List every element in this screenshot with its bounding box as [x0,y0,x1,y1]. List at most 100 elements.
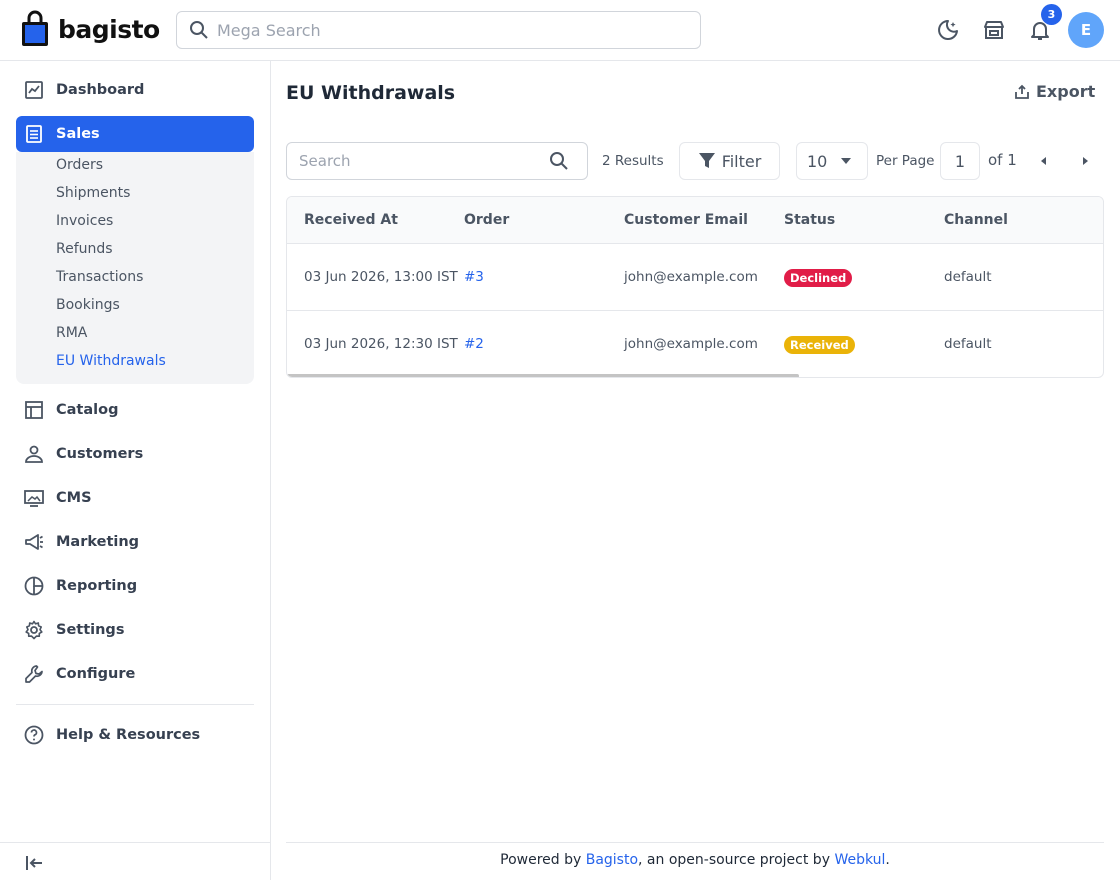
sidebar-item-marketing[interactable]: Marketing [16,524,254,560]
footer: Powered by Bagisto, an open-source proje… [286,852,1104,868]
per-page-label: Per Page [876,153,935,169]
received-at-cell: 03 Jun 2026, 12:30 IST [304,336,458,352]
sidebar-item-customers[interactable]: Customers [16,436,254,472]
sidebar-item-label: Sales [56,126,100,142]
sidebar-item-reporting[interactable]: Reporting [16,568,254,604]
bagisto-link[interactable]: Bagisto [586,852,638,868]
help-icon [24,725,44,745]
dashboard-icon [24,80,44,100]
filter-label: Filter [721,151,762,171]
collapse-left-icon [26,856,42,870]
page-title: EU Withdrawals [286,82,456,104]
webkul-link[interactable]: Webkul [834,852,885,868]
column-header-channel[interactable]: Channel [944,212,1008,228]
sidebar-item-dashboard[interactable]: Dashboard [16,72,254,108]
table-row: 03 Jun 2026, 13:00 IST #3 john@example.c… [287,244,1103,311]
reporting-icon [24,576,44,596]
sidebar-divider [16,704,254,705]
table-row: 03 Jun 2026, 12:30 IST #2 john@example.c… [287,311,1103,377]
page-number-input[interactable]: 1 [940,142,980,180]
next-page-icon[interactable] [1079,155,1091,167]
status-badge: Received [784,336,855,354]
moon-icon [938,20,958,40]
top-header: bagisto 3 E [0,0,1120,61]
export-button[interactable]: Export [1014,82,1095,101]
sidebar-item-cms[interactable]: CMS [16,480,254,516]
customer-email-cell: john@example.com [624,269,758,285]
sidebar-item-sales[interactable]: Sales [16,116,254,152]
settings-icon [24,620,44,640]
storefront-button[interactable] [981,17,1007,43]
export-label: Export [1036,82,1096,101]
customer-email-cell: john@example.com [624,336,758,352]
sidebar-item-label: Settings [56,622,125,638]
mega-search-field[interactable] [176,11,701,49]
search-icon [190,21,208,39]
cms-icon [24,488,44,508]
sales-icon [24,124,44,144]
sidebar-item-label: Reporting [56,578,138,594]
sidebar-item-configure[interactable]: Configure [16,656,254,692]
results-count: 2 Results [602,153,664,169]
order-link[interactable]: #2 [464,336,484,352]
footer-divider [286,842,1104,843]
per-page-select[interactable]: 10 [796,142,868,180]
column-header-status[interactable]: Status [784,212,835,228]
table-search-input[interactable] [299,152,549,170]
sidebar-item-label: Marketing [56,534,140,550]
notification-count-badge: 3 [1041,4,1062,25]
table-search-field[interactable] [286,142,588,180]
configure-icon [24,664,44,684]
sidebar-item-label: Configure [56,666,136,682]
sidebar-item-label: CMS [56,490,92,506]
withdrawals-table: Received At Order Customer Email Status … [286,196,1104,378]
sidebar-bottom-divider [0,842,270,843]
filter-button[interactable]: Filter [679,142,780,180]
catalog-icon [24,400,44,420]
brand-logo[interactable]: bagisto [20,10,160,48]
submenu-item-bookings[interactable]: Bookings [56,297,120,313]
filter-icon [698,153,715,168]
footer-suffix: . [885,852,890,868]
sidebar-item-label: Help & Resources [56,727,201,743]
footer-middle: , an open-source project by [638,852,835,868]
sidebar-item-help[interactable]: Help & Resources [16,717,254,753]
submenu-item-rma[interactable]: RMA [56,325,87,341]
received-at-cell: 03 Jun 2026, 13:00 IST [304,269,458,285]
horizontal-scrollbar[interactable] [287,374,799,377]
page-total-label: of 1 [988,151,1017,169]
chevron-down-icon [841,158,851,164]
sales-submenu: Orders Shipments Invoices Refunds Transa… [16,152,254,384]
sidebar-item-label: Dashboard [56,82,145,98]
table-header: Received At Order Customer Email Status … [287,197,1103,244]
footer-prefix: Powered by [500,852,586,868]
column-header-customer-email[interactable]: Customer Email [624,212,748,228]
marketing-icon [24,532,44,552]
export-icon [1015,84,1029,99]
submenu-item-transactions[interactable]: Transactions [56,269,143,285]
collapse-sidebar-button[interactable] [22,851,46,875]
mega-search-input[interactable] [217,20,677,40]
column-header-received-at[interactable]: Received At [304,212,398,228]
sidebar-item-catalog[interactable]: Catalog [16,392,254,428]
submenu-item-refunds[interactable]: Refunds [56,241,113,257]
search-icon[interactable] [549,151,569,171]
status-badge: Declined [784,269,853,287]
channel-cell: default [944,336,992,352]
previous-page-icon[interactable] [1038,155,1050,167]
user-avatar[interactable]: E [1068,12,1104,48]
submenu-item-shipments[interactable]: Shipments [56,185,130,201]
submenu-item-orders[interactable]: Orders [56,157,103,173]
per-page-value: 10 [807,151,828,171]
channel-cell: default [944,269,992,285]
dark-mode-toggle[interactable] [935,17,961,43]
submenu-item-invoices[interactable]: Invoices [56,213,113,229]
sidebar-item-settings[interactable]: Settings [16,612,254,648]
order-link[interactable]: #3 [464,269,484,285]
brand-name: bagisto [58,14,160,44]
sidebar: Dashboard Sales Orders Shipments Invoice… [0,61,271,880]
sidebar-item-label: Catalog [56,402,119,418]
column-header-order[interactable]: Order [464,212,509,228]
shopping-bag-icon [22,10,48,46]
submenu-item-eu-withdrawals[interactable]: EU Withdrawals [56,353,166,369]
